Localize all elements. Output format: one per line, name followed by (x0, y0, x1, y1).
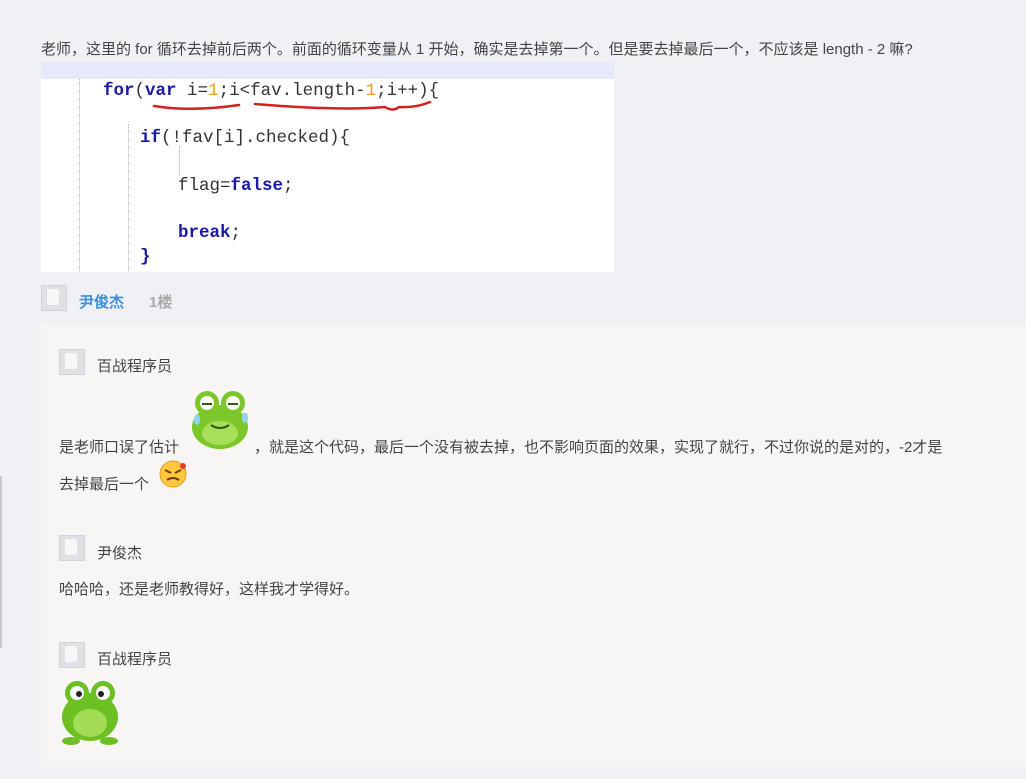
commenter-name[interactable]: 百战程序员 (97, 648, 172, 669)
indent-guide (128, 124, 129, 272)
commenter-avatar-icon[interactable] (59, 535, 85, 561)
question-text: 老师，这里的 for 循环去掉前后两个。前面的循环变量从 1 开始，确实是去掉第… (41, 41, 913, 58)
code-line-brace: } (140, 247, 151, 267)
code-line-break: break; (178, 223, 242, 243)
user-avatar-icon[interactable] (41, 285, 67, 311)
comment-text: ，就是这个代码，最后一个没有被去掉，也不影响页面的效果，实现了就行，不过你说的是… (254, 439, 943, 456)
code-screenshot: for(var i=1;i<fav.length-1;i++){ if(!fav… (41, 62, 614, 272)
comment-text: 哈哈哈，还是老师教得好，这样我才学得好。 (59, 581, 360, 598)
comment-thread: 百战程序员 是老师口误了估计 ，就是这个代码，最后一个没有被去掉，也不影响页面的… (41, 325, 1026, 767)
commenter-name[interactable]: 百战程序员 (97, 355, 172, 376)
code-line-if: if(!fav[i].checked){ (140, 128, 351, 148)
frog-sweat-emoji-icon (192, 391, 249, 449)
code-line-flag: flag=false; (178, 176, 294, 196)
code-line-for: for(var i=1;i<fav.length-1;i++){ (103, 81, 440, 101)
commenter-avatar-icon[interactable] (59, 349, 85, 375)
commenter-avatar-icon[interactable] (59, 642, 85, 668)
angry-face-emoji-icon (159, 460, 187, 488)
commenter-name[interactable]: 尹俊杰 (97, 542, 142, 563)
floor-number: 1楼 (149, 294, 173, 311)
code-topbar (41, 62, 614, 79)
left-divider (0, 476, 2, 648)
indent-guide (179, 146, 180, 176)
frog-emoji-icon (62, 681, 118, 745)
red-underline-annotation (152, 100, 432, 111)
comment-text: 是老师口误了估计 (59, 439, 180, 456)
reply-username[interactable]: 尹俊杰 (79, 291, 124, 312)
comment-text: 去掉最后一个 (59, 476, 150, 493)
